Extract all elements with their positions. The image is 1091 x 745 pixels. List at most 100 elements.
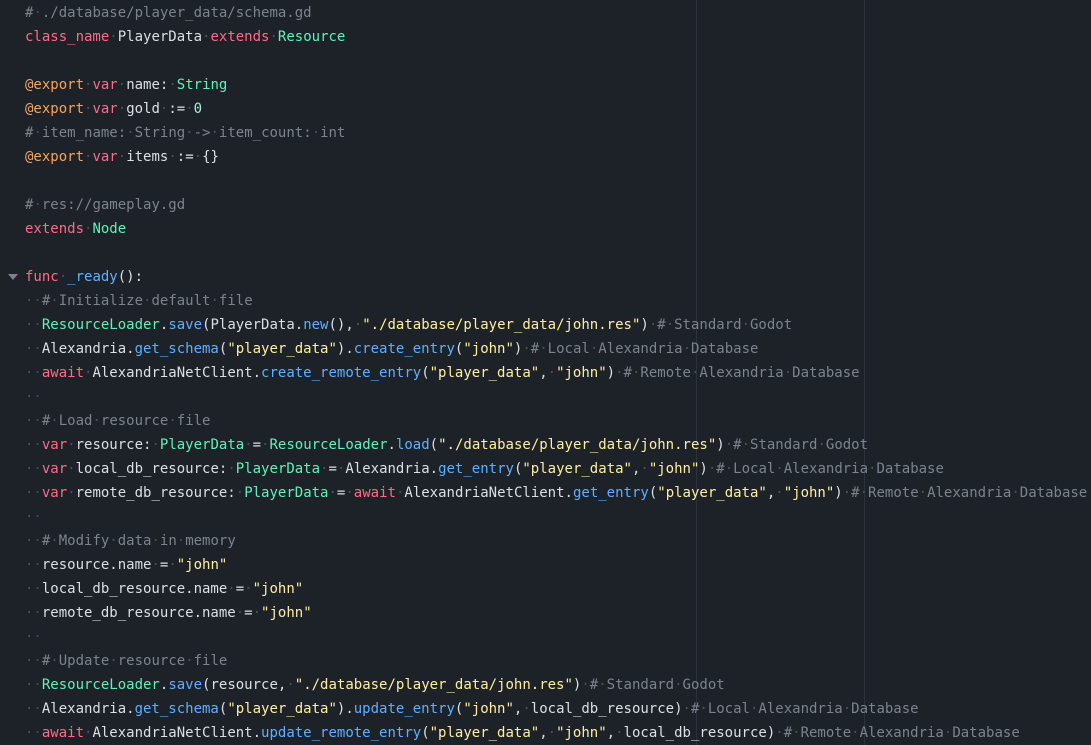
code-content: @export·var·gold·:=·0 — [25, 97, 202, 121]
code-comment: #·Standard·Godot — [589, 677, 725, 693]
code-keyword: var — [92, 101, 118, 117]
code-string: "player_data" — [522, 461, 632, 477]
code-string: "john" — [463, 341, 514, 357]
code-string: "player_data" — [429, 725, 540, 741]
code-annotation: @export — [25, 101, 85, 117]
indent-marker: ·· — [25, 701, 42, 717]
indent-marker: ·· — [25, 725, 42, 741]
code-line[interactable]: ··var·resource:·PlayerData·=·ResourceLoa… — [0, 433, 1091, 457]
code-line[interactable] — [0, 49, 1091, 73]
code-text: · — [58, 269, 68, 285]
code-comment: #·Local·Alexandria·Database — [530, 341, 759, 357]
indent-marker: ·· — [25, 389, 42, 405]
indent-marker: ·· — [25, 461, 42, 477]
code-type: ResourceLoader — [41, 677, 160, 693]
code-type: ResourceLoader — [269, 437, 388, 453]
code-function: get_entry — [572, 485, 649, 501]
code-annotation: @export — [25, 77, 85, 93]
code-text: ·name:· — [117, 77, 177, 93]
code-line[interactable]: ··#·Modify·data·in·memory — [0, 529, 1091, 553]
code-line[interactable]: ··var·local_db_resource:·PlayerData·=·Al… — [0, 457, 1091, 481]
code-line[interactable]: ··Alexandria.get_schema("player_data").u… — [0, 697, 1091, 721]
code-text: (resource,· — [202, 677, 295, 693]
code-line[interactable] — [0, 169, 1091, 193]
code-text: Alexandria. — [41, 701, 135, 717]
code-keyword: extends — [25, 221, 85, 237]
code-string: "player_data" — [657, 485, 767, 501]
code-string: "john" — [261, 605, 312, 621]
code-content: ··remote_db_resource.name·=·"john" — [25, 601, 312, 625]
code-number: 0 — [193, 101, 203, 117]
code-annotation: @export — [25, 149, 85, 165]
code-content: extends·Node — [25, 217, 126, 241]
code-content: ··Alexandria.get_schema("player_data").c… — [25, 337, 758, 361]
code-comment: #·Local·Alexandria·Database — [690, 701, 919, 717]
code-content: func·_ready(): — [25, 265, 143, 289]
code-line[interactable]: ·· — [0, 505, 1091, 529]
code-keyword: var — [92, 149, 118, 165]
code-text: ,· — [766, 485, 784, 501]
code-line[interactable]: @export·var·gold·:=·0 — [0, 97, 1091, 121]
code-line[interactable]: ··#·Update·resource·file — [0, 649, 1091, 673]
code-line[interactable]: ·· — [0, 385, 1091, 409]
code-string: "john" — [252, 581, 304, 597]
code-function: get_schema — [134, 701, 219, 717]
code-function: get_entry — [438, 461, 514, 477]
code-line[interactable]: ··Alexandria.get_schema("player_data").c… — [0, 337, 1091, 361]
code-line[interactable]: ··remote_db_resource.name·=·"john" — [0, 601, 1091, 625]
code-line[interactable]: @export·var·name:·String — [0, 73, 1091, 97]
code-line[interactable]: ··#·Load·resource·file — [0, 409, 1091, 433]
code-text: local_db_resource.name·=· — [41, 581, 253, 597]
code-comment: #·Update·resource·file — [41, 653, 228, 669]
code-line[interactable]: ··var·remote_db_resource:·PlayerData·=·a… — [0, 481, 1091, 505]
code-content: ··#·Initialize·default·file — [25, 289, 253, 313]
code-function: create_entry — [353, 341, 455, 357]
code-function: save — [168, 317, 203, 333]
code-function: update_entry — [353, 701, 455, 717]
code-line[interactable]: ··#·Initialize·default·file — [0, 289, 1091, 313]
code-content: ·· — [25, 505, 42, 529]
indent-marker: ·· — [25, 653, 42, 669]
code-line[interactable]: @export·var·items·:=·{} — [0, 145, 1091, 169]
code-line[interactable]: extends·Node — [0, 217, 1091, 241]
code-string: "./database/player_data/john.res" — [438, 437, 717, 453]
code-line[interactable]: class_name·PlayerData·extends·Resource — [0, 25, 1091, 49]
code-comment: #·Standard·Godot — [657, 317, 793, 333]
code-content: ··ResourceLoader.save(PlayerData.new(),·… — [25, 313, 792, 337]
code-content: ··await·AlexandriaNetClient.create_remot… — [25, 361, 860, 385]
chevron-down-icon[interactable] — [8, 274, 18, 280]
code-content: #·item_name:·String·->·item_count:·int — [25, 121, 345, 145]
code-line[interactable]: #·item_name:·String·->·item_count:·int — [0, 121, 1091, 145]
indent-marker: ·· — [25, 677, 42, 693]
code-text: · — [269, 29, 278, 45]
code-type: ResourceLoader — [41, 317, 160, 333]
code-line[interactable]: ··resource.name·=·"john" — [0, 553, 1091, 577]
code-type: PlayerData — [235, 461, 321, 477]
code-string: "john" — [176, 557, 228, 573]
code-line[interactable]: func·_ready(): — [0, 265, 1091, 289]
code-line[interactable] — [0, 241, 1091, 265]
code-function: load — [395, 437, 430, 453]
code-line[interactable]: ··ResourceLoader.save(PlayerData.new(),·… — [0, 313, 1091, 337]
indent-marker: ·· — [25, 533, 42, 549]
code-keyword: var — [41, 461, 68, 477]
code-text: ( — [421, 365, 430, 381]
code-line[interactable]: #·res://gameplay.gd — [0, 193, 1091, 217]
code-text: ·=· — [328, 485, 354, 501]
code-comment: #·Load·resource·file — [41, 413, 211, 429]
code-text: ·AlexandriaNetClient. — [395, 485, 573, 501]
code-text: )· — [699, 461, 717, 477]
code-line[interactable]: ··local_db_resource.name·=·"john" — [0, 577, 1091, 601]
code-text: resource.name·=· — [41, 557, 177, 573]
code-line[interactable]: ··await·AlexandriaNetClient.update_remot… — [0, 721, 1091, 745]
code-text: )· — [513, 341, 531, 357]
code-line[interactable]: ·· — [0, 625, 1091, 649]
code-line[interactable]: ··await·AlexandriaNetClient.create_remot… — [0, 361, 1091, 385]
code-line[interactable]: #·./database/player_data/schema.gd — [0, 1, 1091, 25]
code-line[interactable]: ··ResourceLoader.save(resource,·"./datab… — [0, 673, 1091, 697]
code-text: ). — [336, 701, 354, 717]
code-text: remote_db_resource.name·=· — [41, 605, 262, 621]
code-content: class_name·PlayerData·extends·Resource — [25, 25, 345, 49]
code-text: )· — [606, 365, 624, 381]
code-editor[interactable]: #·./database/player_data/schema.gd class_… — [0, 0, 1091, 745]
